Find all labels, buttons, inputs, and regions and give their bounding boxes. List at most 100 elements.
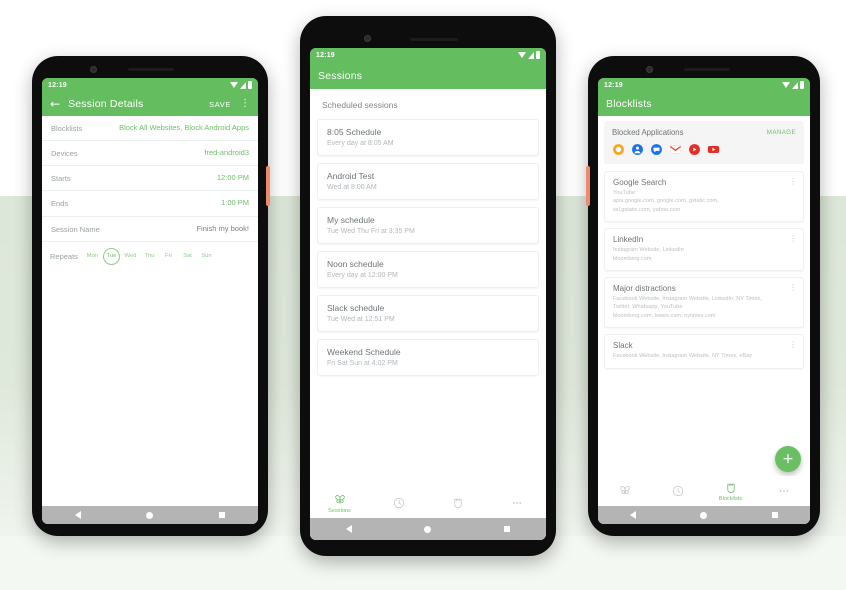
system-back-icon[interactable]	[74, 511, 81, 519]
system-recents-icon[interactable]	[503, 526, 510, 532]
youtube-icon[interactable]	[707, 143, 720, 156]
phone3-screen: 12:19 Blocklists Blocked Applications MA…	[598, 78, 810, 524]
phone-session-details: 12:19 ← Session Details SAVE ⋮ Blocklist…	[32, 56, 270, 536]
blocklist-overflow-icon[interactable]: ⋮	[789, 178, 797, 186]
messages-icon[interactable]	[650, 143, 663, 156]
back-arrow-icon[interactable]: ←	[50, 98, 60, 110]
day-toggle-thu[interactable]: Thu	[141, 248, 158, 265]
day-toggle-fri[interactable]: Fri	[160, 248, 177, 265]
detail-row-starts[interactable]: Starts 12:00 PM	[42, 166, 258, 192]
phone1-app-bar: ← Session Details SAVE ⋮	[42, 92, 258, 116]
session-card[interactable]: 8:05 Schedule Every day at 8:05 AM	[317, 119, 539, 156]
phone3-camera-icon	[646, 66, 653, 73]
blocklist-line: Facebook Website, Instagram Website, NY …	[613, 353, 752, 360]
detail-row-session-name[interactable]: Session Name Finish my book!	[42, 217, 258, 242]
firefox-icon[interactable]	[612, 143, 625, 156]
wifi-icon	[230, 82, 238, 88]
tab-sessions[interactable]: Sessions	[310, 493, 369, 514]
detail-value: fred-android3	[204, 148, 249, 158]
phone3-app-bar: Blocklists	[598, 92, 810, 116]
clock-icon	[393, 497, 404, 508]
overflow-menu-icon[interactable]: ⋮	[240, 99, 250, 109]
phone1-side-button[interactable]	[266, 166, 270, 206]
blocklist-title: Slack	[613, 341, 633, 351]
battery-icon	[800, 81, 804, 89]
battery-icon	[248, 81, 252, 89]
signal-icon	[528, 51, 534, 59]
detail-label: Devices	[51, 149, 78, 159]
day-toggle-wed[interactable]: Wed	[122, 248, 139, 265]
day-toggle-tue[interactable]: Tue	[102, 247, 120, 265]
phone3-status-bar: 12:19	[598, 78, 810, 92]
session-card[interactable]: Android Test Wed at 8:00 AM	[317, 163, 539, 200]
shield-icon	[453, 498, 462, 508]
tab-more[interactable]	[487, 496, 546, 511]
system-home-icon[interactable]	[146, 511, 154, 519]
session-card[interactable]: Noon schedule Every day at 12:00 PM	[317, 251, 539, 288]
system-home-icon[interactable]	[424, 525, 432, 533]
tab-history[interactable]	[369, 496, 428, 511]
detail-row-ends[interactable]: Ends 1:00 PM	[42, 191, 258, 217]
section-header-scheduled-sessions: Scheduled sessions	[322, 100, 398, 110]
wifi-icon	[518, 52, 526, 58]
detail-row-devices[interactable]: Devices fred-android3	[42, 141, 258, 167]
session-card[interactable]: Slack schedule Tue Wed at 12:51 PM	[317, 295, 539, 332]
session-subtitle: Tue Wed at 12:51 PM	[327, 316, 395, 323]
detail-value: 1:00 PM	[221, 198, 249, 208]
tab-history[interactable]	[651, 484, 704, 499]
blocked-applications-title: Blocked Applications	[612, 128, 684, 137]
blocklist-card[interactable]: ⋮ Major distractions Facebook Website, I…	[604, 276, 804, 329]
system-home-icon[interactable]	[700, 511, 708, 519]
blocklist-line: Twitter, Whatsapp, YouTube	[613, 304, 683, 311]
signal-icon	[792, 81, 798, 89]
phone3-speaker	[684, 68, 730, 71]
phone2-bottom-tabs: Sessions	[310, 488, 546, 518]
save-button[interactable]: SAVE	[209, 100, 231, 109]
wifi-icon	[782, 82, 790, 88]
signal-icon	[240, 81, 246, 89]
phone3-side-button[interactable]	[586, 166, 590, 206]
shield-icon	[726, 483, 735, 493]
blocklist-title: Google Search	[613, 178, 667, 187]
day-toggle-mon[interactable]: Mon	[84, 248, 101, 265]
system-recents-icon[interactable]	[219, 512, 226, 518]
youtube-music-icon[interactable]	[688, 143, 701, 156]
manage-button[interactable]: MANAGE	[767, 129, 796, 136]
detail-row-repeats: Repeats Mon Tue Wed Thu Fri Sat Sun	[42, 242, 258, 271]
blocklist-line: bloomberg.com, lowes.com, nytimes.com	[613, 312, 716, 319]
tab-more[interactable]	[757, 484, 810, 499]
blocklist-card[interactable]: ⋮ Slack Facebook Website, Instagram Webs…	[604, 334, 804, 369]
session-title: Android Test	[327, 171, 375, 181]
blocked-app-icon-row	[612, 143, 796, 156]
detail-value: Finish my book!	[196, 223, 249, 233]
session-details-list: Blocklists Block All Websites, Block And…	[42, 116, 258, 271]
tab-blocklists[interactable]: Blocklists	[704, 481, 757, 502]
blocklist-overflow-icon[interactable]: ⋮	[789, 235, 797, 243]
session-subtitle: Every day at 8:05 AM	[327, 140, 394, 147]
system-back-icon[interactable]	[630, 511, 637, 519]
session-card[interactable]: Weekend Schedule Fri Sat Sun at 4:02 PM	[317, 339, 539, 376]
blocked-applications-header: Blocked Applications MANAGE	[612, 128, 796, 137]
detail-label: Repeats	[50, 251, 78, 261]
system-recents-icon[interactable]	[771, 512, 778, 518]
detail-label: Ends	[51, 199, 69, 209]
detail-row-blocklists[interactable]: Blocklists Block All Websites, Block And…	[42, 116, 258, 142]
session-subtitle: Fri Sat Sun at 4:02 PM	[327, 360, 398, 367]
tab-sessions[interactable]	[598, 484, 651, 499]
butterfly-icon	[619, 485, 630, 495]
day-toggle-sat[interactable]: Sat	[179, 248, 196, 265]
blocklist-overflow-icon[interactable]: ⋮	[789, 283, 797, 292]
add-blocklist-fab[interactable]: +	[775, 446, 801, 472]
system-back-icon[interactable]	[346, 525, 353, 533]
blocklist-line: apis.google.com, google.com, gstatic.com…	[613, 198, 719, 205]
gmail-icon[interactable]	[669, 143, 682, 156]
session-card[interactable]: My schedule Tue Wed Thu Fri at 3:35 PM	[317, 207, 539, 244]
blocklist-card[interactable]: ⋮ Google Search YouTube apis.google.com,…	[604, 171, 804, 223]
blocklist-overflow-icon[interactable]: ⋮	[789, 341, 797, 349]
tab-blocklists[interactable]	[428, 496, 487, 511]
phone1-system-nav	[42, 506, 258, 524]
blocklist-card[interactable]: ⋮ LinkedIn Instagram Website, LinkedIn b…	[604, 228, 804, 271]
day-toggle-sun[interactable]: Sun	[198, 248, 215, 265]
more-icon	[779, 489, 788, 492]
contacts-icon[interactable]	[631, 143, 644, 156]
